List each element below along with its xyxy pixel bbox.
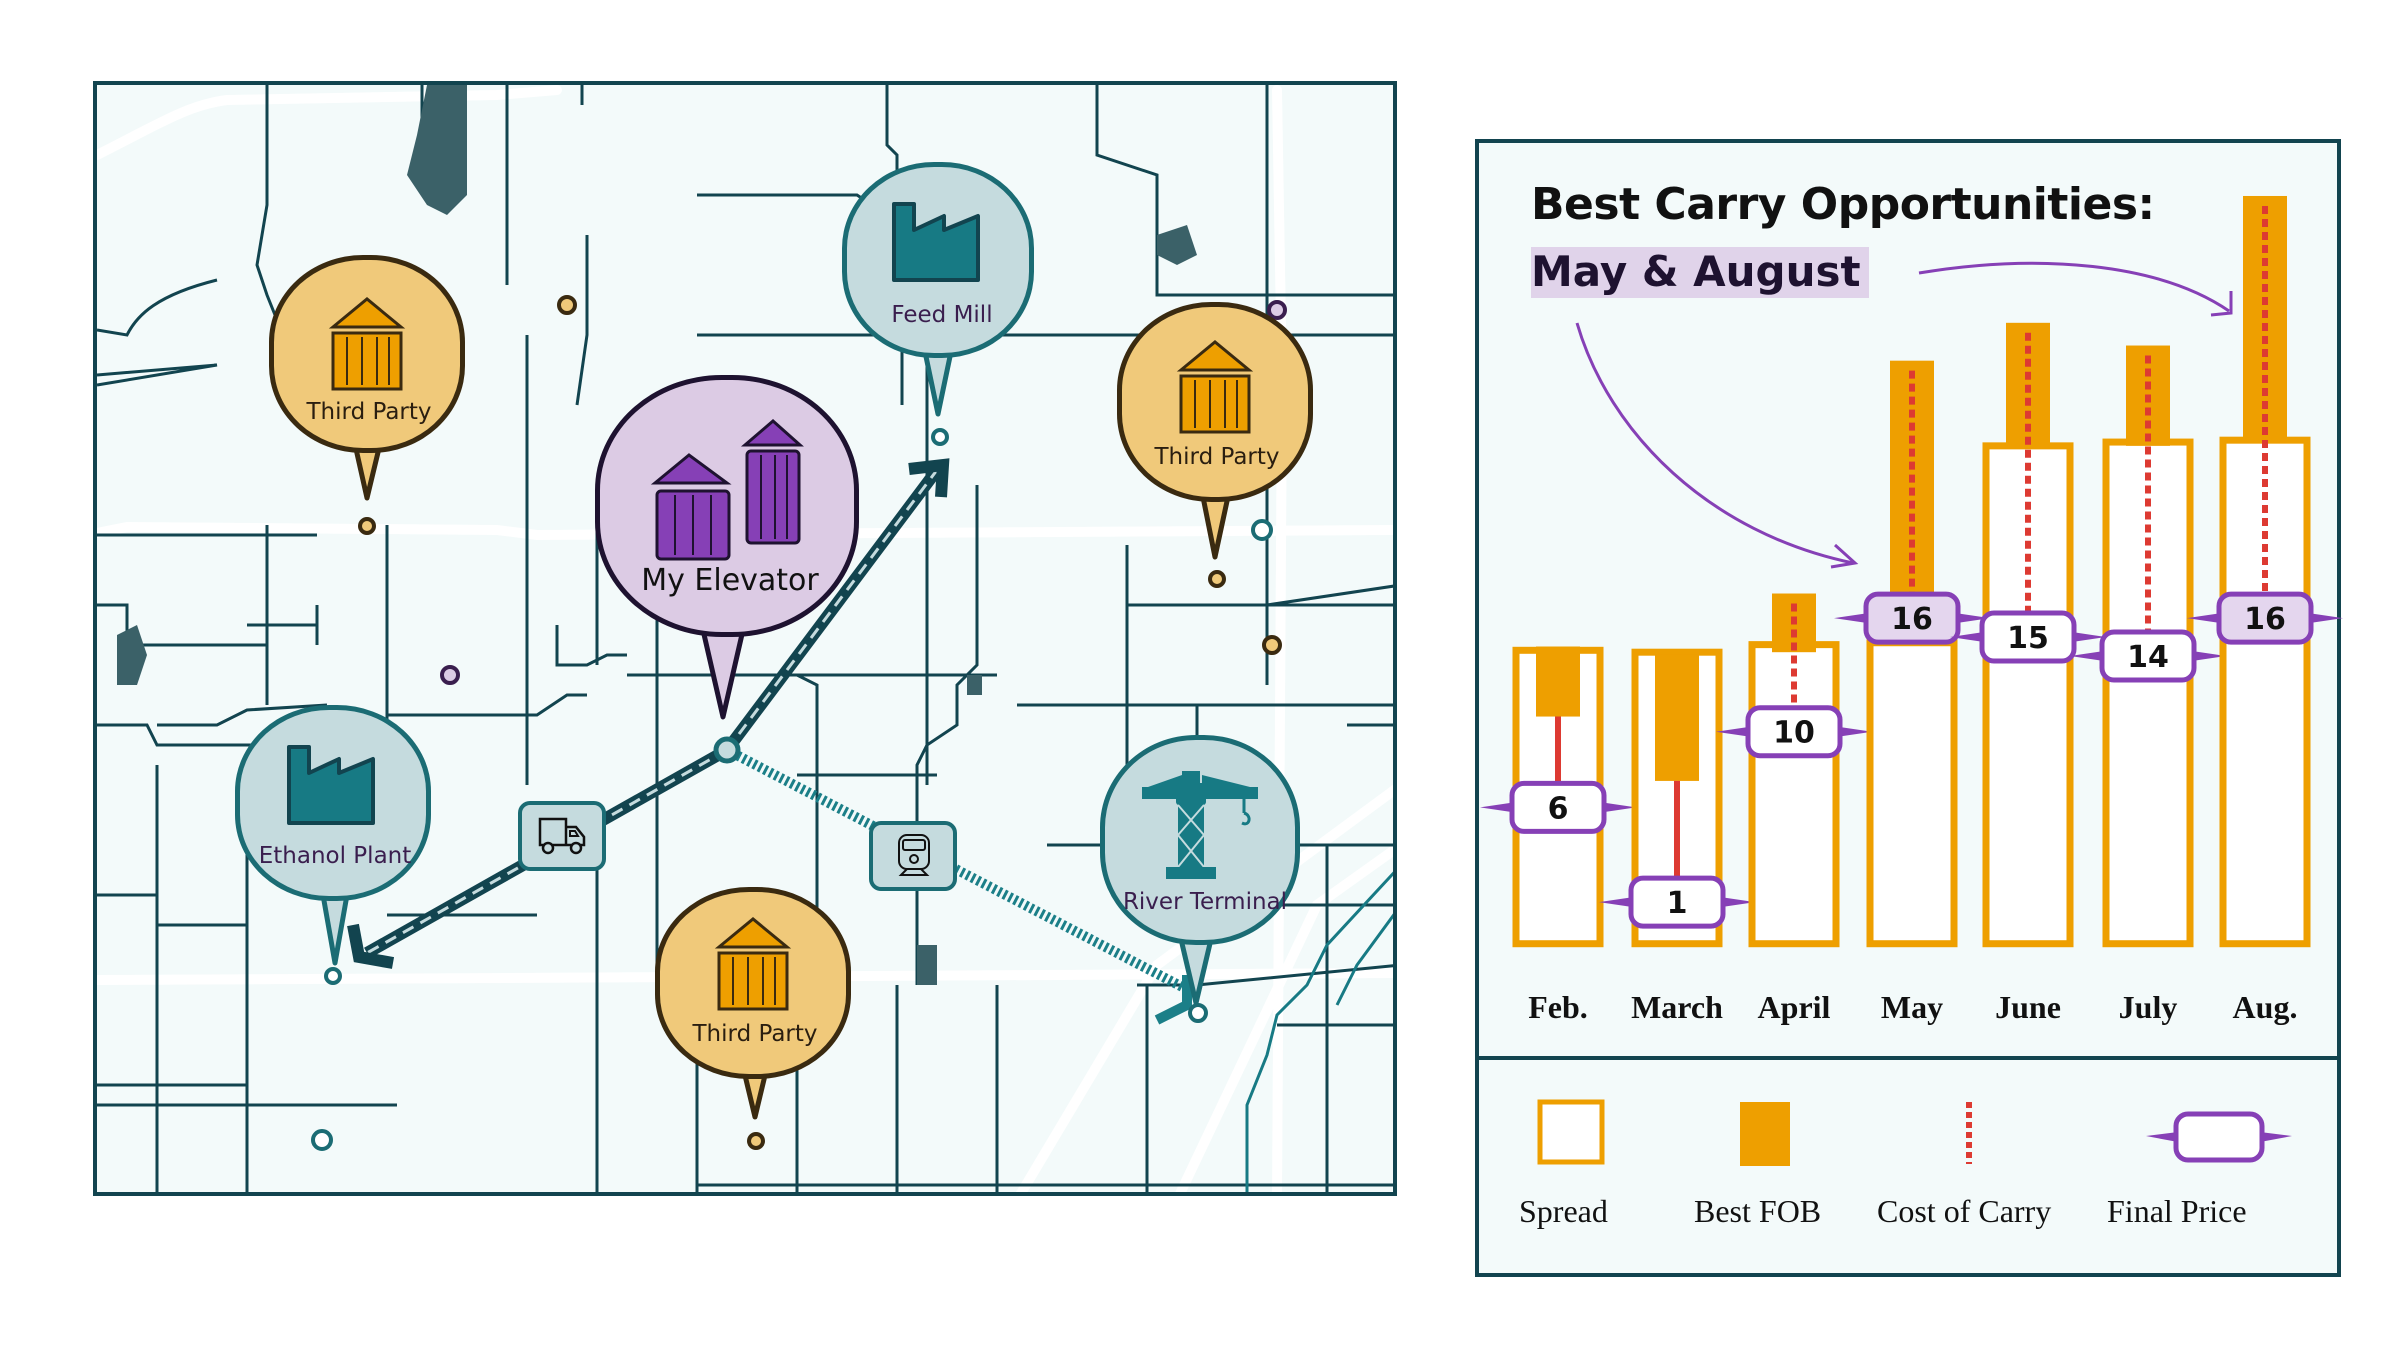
bar-group-4: 16: [1834, 360, 1990, 948]
x-tick-label: Aug.: [2233, 989, 2298, 1025]
bar-group-6: 14: [2070, 345, 2226, 948]
crane-icon: [1142, 771, 1258, 879]
marker-feed-mill[interactable]: Feed Mill: [842, 162, 1042, 432]
marker-third-party-s[interactable]: Third Party: [655, 887, 855, 1127]
marker-label: My Elevator: [641, 563, 819, 598]
spread-bar: [2219, 436, 2311, 948]
marker-label: Third Party: [1154, 444, 1280, 470]
marker-ethanol-plant[interactable]: Ethanol Plant: [235, 705, 435, 975]
map-panel[interactable]: Third Party Feed Mill Third Party My Ele…: [93, 81, 1397, 1196]
x-tick-label: Feb.: [1528, 989, 1588, 1025]
train-icon: [898, 834, 930, 876]
final-price-value: 1: [1667, 886, 1688, 921]
final-price-value: 16: [1891, 602, 1933, 637]
factory-icon: [287, 745, 375, 825]
legend-label-spread: Spread: [1519, 1193, 1608, 1229]
final-price-value: 6: [1548, 791, 1569, 826]
silo-icon: [328, 297, 406, 391]
spread-bar: [1866, 639, 1958, 948]
marker-label: Feed Mill: [891, 302, 993, 328]
marker-label: River Terminal: [1122, 889, 1288, 915]
x-tick-label: March: [1631, 989, 1723, 1025]
twin-silo-icon: [650, 419, 804, 561]
arrow-to-may: [1575, 322, 1854, 565]
bar-group-3: 10: [1716, 593, 1872, 948]
x-tick-label: June: [1995, 989, 2061, 1025]
fob-bar: [1536, 646, 1580, 717]
x-tick-label: May: [1881, 989, 1943, 1025]
legend-swatch-fob: [1740, 1102, 1790, 1166]
factory-icon: [892, 202, 980, 282]
legend-swatch-carry: [1966, 1102, 1972, 1164]
legend-swatch-final-price: [2146, 1111, 2292, 1163]
arrowhead-may: [1830, 543, 1859, 569]
truck-route-badge[interactable]: [518, 801, 606, 871]
x-tick-label: April: [1758, 989, 1831, 1025]
silo-icon: [1176, 340, 1254, 434]
legend-separator: [1479, 1056, 2337, 1060]
final-price-value: 15: [2007, 621, 2049, 656]
legend-label-carry: Cost of Carry: [1877, 1193, 2052, 1229]
marker-third-party-nw[interactable]: Third Party: [269, 255, 469, 515]
legend-label-fob: Best FOB: [1694, 1193, 1822, 1229]
final-price-value: 10: [1773, 716, 1815, 751]
rail-route-badge[interactable]: [869, 821, 957, 891]
bar-group-7: 16: [2187, 195, 2343, 948]
final-price-value: 14: [2127, 640, 2169, 675]
my-elevator-point: [713, 736, 741, 764]
marker-my-elevator[interactable]: My Elevator: [595, 375, 865, 735]
arrow-to-aug: [1918, 261, 2230, 313]
marker-third-party-ne[interactable]: Third Party: [1117, 302, 1317, 562]
legend-swatch-spread: [1537, 1099, 1605, 1165]
bar-group-1: 6: [1480, 646, 1636, 948]
bar-group-5: 15: [1950, 322, 2106, 948]
marker-label: Third Party: [692, 1021, 818, 1047]
x-tick-label: July: [2119, 989, 2178, 1025]
marker-river-terminal[interactable]: River Terminal: [1100, 735, 1310, 1015]
chart-panel: Best Carry Opportunities: May & August 6…: [1475, 139, 2343, 1277]
legend-label-final-price: Final Price: [2107, 1193, 2247, 1229]
marker-label: Third Party: [306, 399, 432, 425]
fob-bar: [1655, 654, 1699, 781]
truck-icon: [538, 817, 586, 855]
bars-layer: 6 1 10 16 15 14 16: [1480, 195, 2343, 948]
bar-group-2: 1: [1599, 648, 1755, 948]
x-tick-labels: Feb. March April May June July Aug.: [1528, 989, 2297, 1025]
final-price-value: 16: [2244, 602, 2286, 637]
marker-label: Ethanol Plant: [258, 843, 412, 869]
silo-icon: [714, 917, 792, 1011]
